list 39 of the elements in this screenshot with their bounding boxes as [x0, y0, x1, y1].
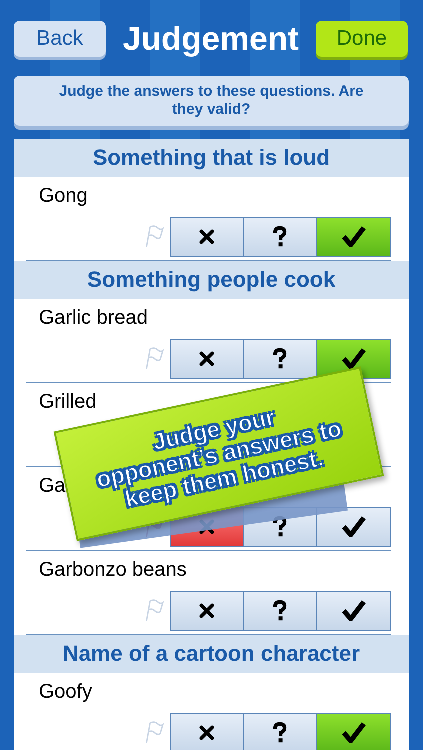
valid-button[interactable] [317, 218, 390, 256]
answer-text: Goofy [38, 680, 92, 705]
valid-button[interactable] [317, 592, 390, 630]
question-mark-icon [272, 348, 288, 370]
checkmark-icon [342, 722, 366, 744]
screen-title: Judgement [122, 20, 300, 58]
question-mark-icon [272, 226, 288, 248]
unsure-button[interactable] [244, 714, 317, 750]
answer-text: Garbonzo beans [38, 558, 187, 583]
valid-button[interactable] [317, 340, 390, 378]
answer-text: Garlic bread [38, 306, 148, 331]
cross-icon [198, 228, 216, 246]
question-text: Name of a cartoon character [62, 641, 360, 667]
instruction-text: Judge the answers to these questions. Are they valid? [58, 83, 365, 119]
checkmark-icon [342, 348, 366, 370]
question-mark-icon [272, 600, 288, 622]
unsure-button[interactable] [244, 592, 317, 630]
done-button[interactable]: Done [316, 21, 408, 57]
valid-button[interactable] [317, 714, 390, 750]
invalid-button[interactable] [171, 592, 244, 630]
cross-icon [198, 350, 216, 368]
question-mark-icon [272, 722, 288, 744]
invalid-button[interactable] [171, 340, 244, 378]
unsure-button[interactable] [244, 340, 317, 378]
cross-icon [198, 724, 216, 742]
answer-text: Gong [38, 184, 88, 209]
checkmark-icon [342, 516, 366, 538]
invalid-button[interactable] [171, 218, 244, 256]
back-button[interactable]: Back [14, 21, 106, 57]
question-text: Something people cook [87, 267, 336, 293]
valid-button[interactable] [317, 508, 390, 546]
answer-text: Ga [38, 474, 66, 499]
cross-icon [198, 602, 216, 620]
invalid-button[interactable] [171, 714, 244, 750]
unsure-button[interactable] [244, 218, 317, 256]
answer-text: Grilled [38, 390, 97, 415]
checkmark-icon [342, 226, 366, 248]
checkmark-icon [342, 600, 366, 622]
question-text: Something that is loud [92, 145, 330, 171]
